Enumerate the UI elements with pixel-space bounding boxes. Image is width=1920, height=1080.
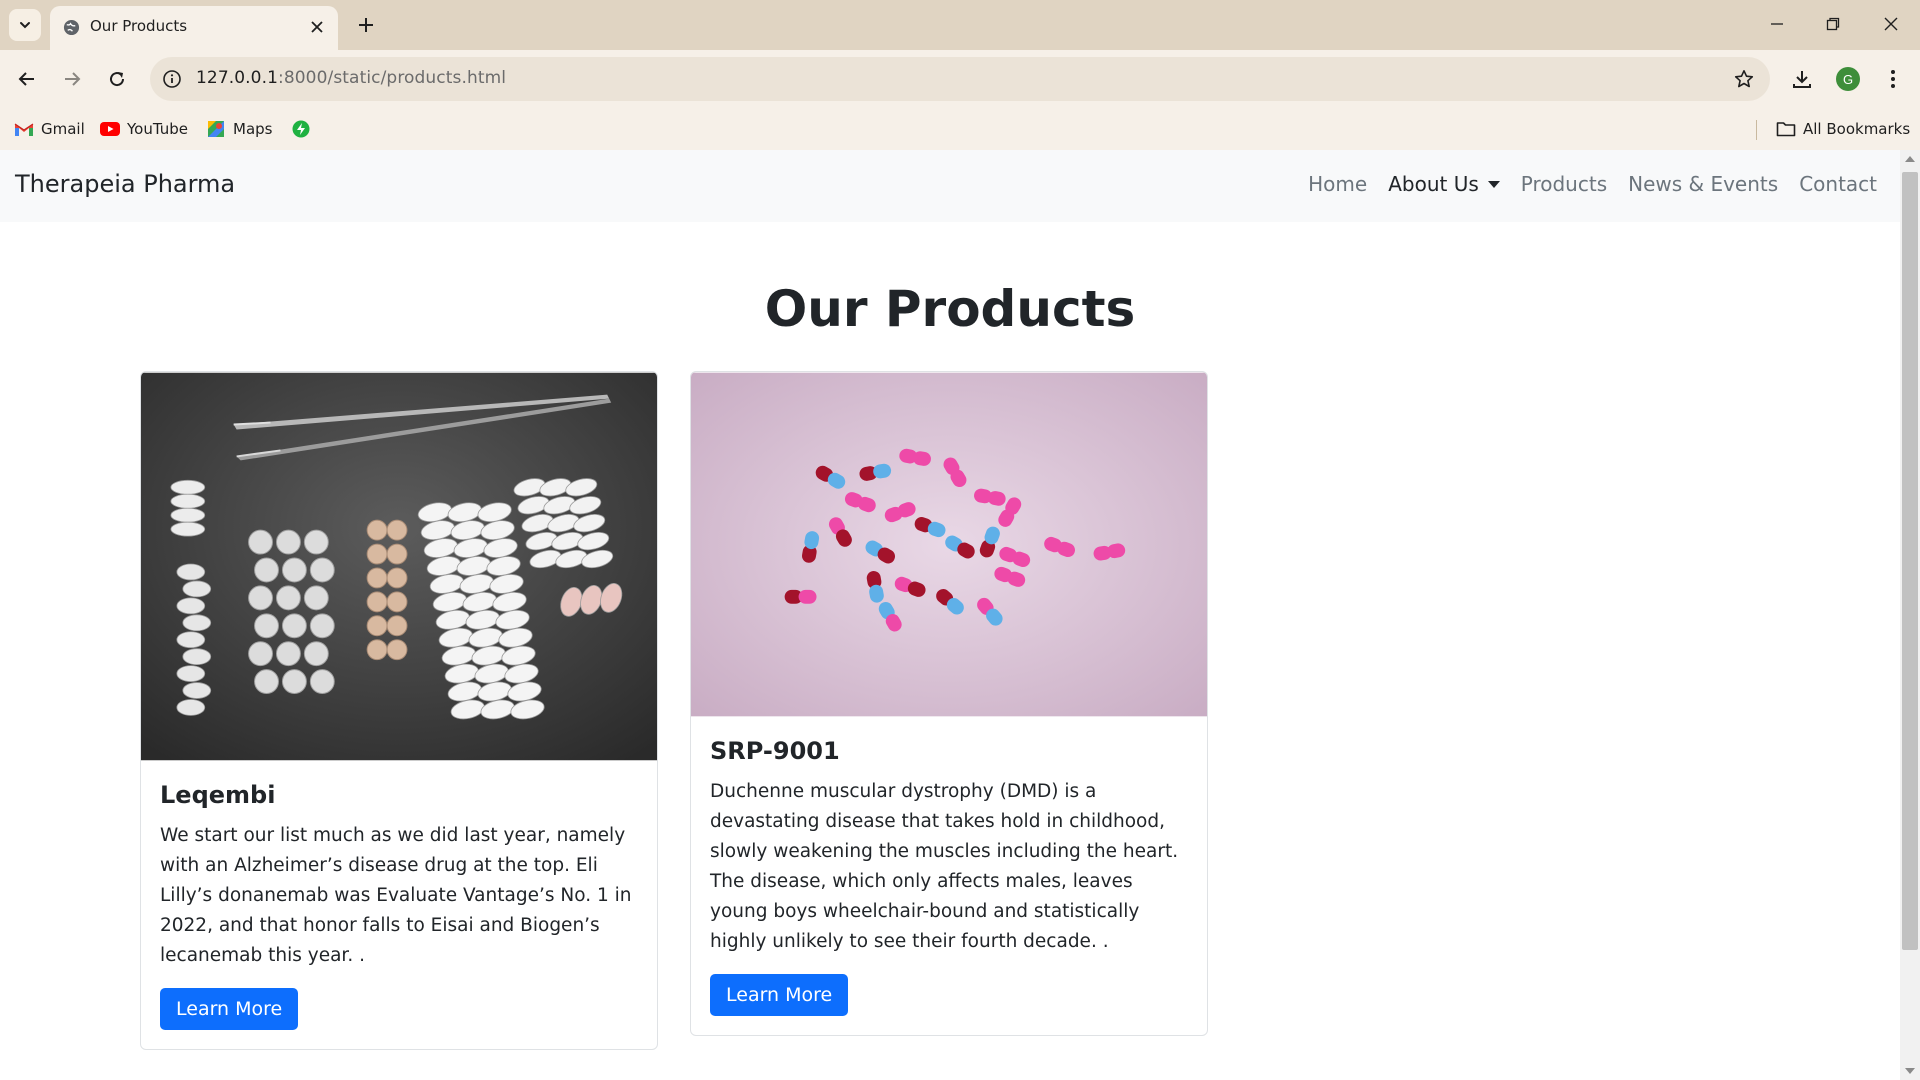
new-tab-button[interactable]: [352, 11, 380, 39]
arrow-left-icon: [18, 72, 34, 86]
scrollbar-thumb[interactable]: [1902, 172, 1918, 950]
tab-close-icon[interactable]: [306, 16, 328, 38]
nav-home[interactable]: Home: [1308, 172, 1367, 196]
url-host: 127.0.0.1: [196, 68, 279, 88]
learn-more-button[interactable]: Learn More: [710, 974, 849, 1016]
restore-icon: [1826, 17, 1840, 31]
nav-contact[interactable]: Contact: [1799, 172, 1877, 196]
bookmarks-divider: [1756, 120, 1757, 140]
chevron-down-icon: [20, 22, 30, 29]
arrow-right-icon: [65, 72, 81, 86]
tab-title: Our Products: [90, 17, 188, 35]
product-description: Duchenne muscular dystrophy (DMD) is a d…: [710, 781, 1179, 952]
bolt-icon: [291, 120, 311, 138]
browser-tab-active[interactable]: Our Products: [50, 6, 338, 50]
bookmark-label: Maps: [233, 120, 273, 138]
bookmark-youtube[interactable]: YouTube: [100, 117, 188, 141]
browser-toolbar: 127.0.0.1:8000/static/products.html G: [0, 50, 1920, 108]
card-body: SRP-9001 Duchenne muscular dystrophy (DM…: [691, 717, 1207, 1035]
url-text[interactable]: 127.0.0.1:8000/static/products.html: [196, 68, 506, 88]
youtube-icon: [100, 120, 120, 138]
nav-products[interactable]: Products: [1521, 172, 1607, 196]
card-body: Leqembi We start our list much as we did…: [141, 761, 657, 1049]
bookmark-label: YouTube: [127, 120, 188, 138]
more-vertical-icon: [1891, 70, 1895, 88]
downloads-button[interactable]: [1785, 62, 1819, 96]
url-path: :8000/static/products.html: [278, 68, 507, 88]
nav-about-label: About Us: [1388, 172, 1479, 196]
tablets-and-tweezers-photo: [141, 372, 657, 761]
product-title: Leqembi: [160, 781, 276, 809]
close-icon: [1884, 17, 1898, 31]
bookmark-star-icon[interactable]: [1732, 67, 1756, 91]
caret-down-icon: [1487, 180, 1500, 188]
product-title: SRP-9001: [710, 737, 840, 765]
globe-icon: [63, 19, 80, 36]
site-info-icon[interactable]: [160, 67, 184, 91]
bookmark-label: Gmail: [41, 120, 85, 138]
product-card-leqembi: Leqembi We start our list much as we did…: [140, 371, 658, 1050]
tab-search-button[interactable]: [9, 9, 41, 41]
reload-icon: [110, 72, 125, 87]
plus-icon: [359, 18, 373, 32]
scroll-up-arrow-icon[interactable]: [1905, 156, 1915, 162]
site-navbar: Therapeia Pharma Home About Us Products …: [0, 150, 1900, 222]
close-window-button[interactable]: [1872, 9, 1910, 39]
avatar: G: [1836, 67, 1860, 91]
download-icon: [1793, 71, 1811, 88]
nav-links: Home About Us Products News & Events Con…: [1287, 172, 1877, 196]
bookmark-extension[interactable]: [291, 117, 318, 141]
minimize-button[interactable]: [1758, 9, 1796, 39]
restore-button[interactable]: [1814, 9, 1852, 39]
address-bar[interactable]: 127.0.0.1:8000/static/products.html: [150, 57, 1770, 101]
reload-button[interactable]: [100, 62, 134, 96]
learn-more-button[interactable]: Learn More: [160, 988, 299, 1030]
gmail-icon: [14, 120, 34, 138]
all-bookmarks-label: All Bookmarks: [1803, 120, 1911, 138]
profile-button[interactable]: G: [1831, 62, 1865, 96]
back-button[interactable]: [10, 62, 44, 96]
maps-icon: [206, 120, 226, 138]
forward-button[interactable]: [55, 62, 89, 96]
chrome-menu-button[interactable]: [1876, 62, 1910, 96]
bookmarks-bar: Gmail YouTube Maps All Bookmarks: [0, 108, 1920, 150]
bookmark-maps[interactable]: Maps: [206, 117, 272, 141]
product-card-srp-9001: SRP-9001 Duchenne muscular dystrophy (DM…: [690, 371, 1208, 1036]
nav-about-dropdown[interactable]: About Us: [1388, 172, 1500, 196]
page-viewport: Therapeia Pharma Home About Us Products …: [0, 150, 1900, 1080]
nav-news-events[interactable]: News & Events: [1628, 172, 1778, 196]
all-bookmarks-button[interactable]: All Bookmarks: [1776, 117, 1910, 141]
browser-tabstrip: Our Products: [0, 0, 1920, 50]
page-scrollbar[interactable]: [1900, 150, 1920, 1080]
bookmark-gmail[interactable]: Gmail: [14, 117, 85, 141]
folder-icon: [1776, 120, 1796, 138]
brand-logo[interactable]: Therapeia Pharma: [15, 170, 235, 198]
product-description: We start our list much as we did last ye…: [160, 825, 632, 966]
scroll-down-arrow-icon[interactable]: [1905, 1068, 1915, 1074]
page-title: Our Products: [764, 280, 1136, 338]
pink-capsules-photo: [691, 372, 1207, 717]
minimize-icon: [1771, 23, 1783, 25]
